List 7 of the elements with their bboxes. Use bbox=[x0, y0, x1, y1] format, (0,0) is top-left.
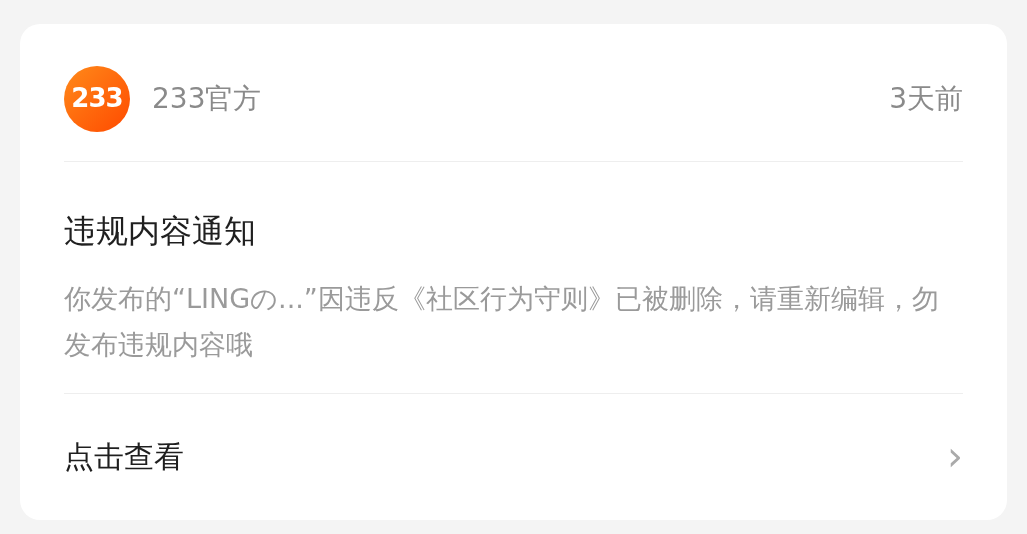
timestamp: 3天前 bbox=[889, 80, 963, 117]
sender-name: 233官方 bbox=[152, 80, 262, 117]
notice-message: 你发布的“LINGの...”因违反《社区行为守则》已被删除，请重新编辑，勿发布违规内容哦 bbox=[64, 282, 940, 362]
logo-icon: 233 bbox=[64, 65, 130, 132]
notice-title: 违规内容通知 bbox=[64, 211, 257, 252]
chevron-icon: › bbox=[947, 436, 963, 476]
view-details-link[interactable]: 点击查看 › bbox=[64, 394, 963, 518]
